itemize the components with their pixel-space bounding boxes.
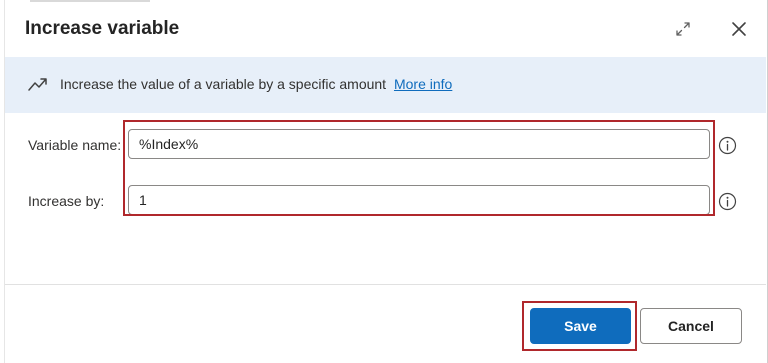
variable-name-value: %Index%	[139, 136, 199, 152]
info-banner: Increase the value of a variable by a sp…	[5, 57, 766, 113]
dialog-title: Increase variable	[25, 18, 180, 39]
increase-by-info-icon[interactable]	[718, 192, 737, 211]
save-button[interactable]: Save	[530, 308, 631, 344]
more-info-link[interactable]: More info	[394, 76, 452, 92]
cancel-button[interactable]: Cancel	[640, 308, 742, 344]
banner-description: Increase the value of a variable by a sp…	[60, 76, 387, 92]
variable-name-label: Variable name:	[28, 137, 122, 153]
trending-up-icon	[28, 78, 47, 91]
banner-text: Increase the value of a variable by a sp…	[60, 76, 452, 92]
close-icon[interactable]	[729, 19, 749, 39]
increase-variable-dialog: Increase variable Increase the value of …	[0, 0, 768, 363]
top-strip	[30, 0, 150, 2]
expand-icon[interactable]	[674, 20, 692, 38]
increase-by-input[interactable]: 1	[128, 185, 710, 215]
variable-name-info-icon[interactable]	[718, 136, 737, 155]
variable-name-input[interactable]: %Index%	[128, 129, 710, 159]
increase-by-value: 1	[139, 192, 147, 208]
footer-divider	[5, 284, 766, 285]
increase-by-label: Increase by:	[28, 193, 105, 209]
